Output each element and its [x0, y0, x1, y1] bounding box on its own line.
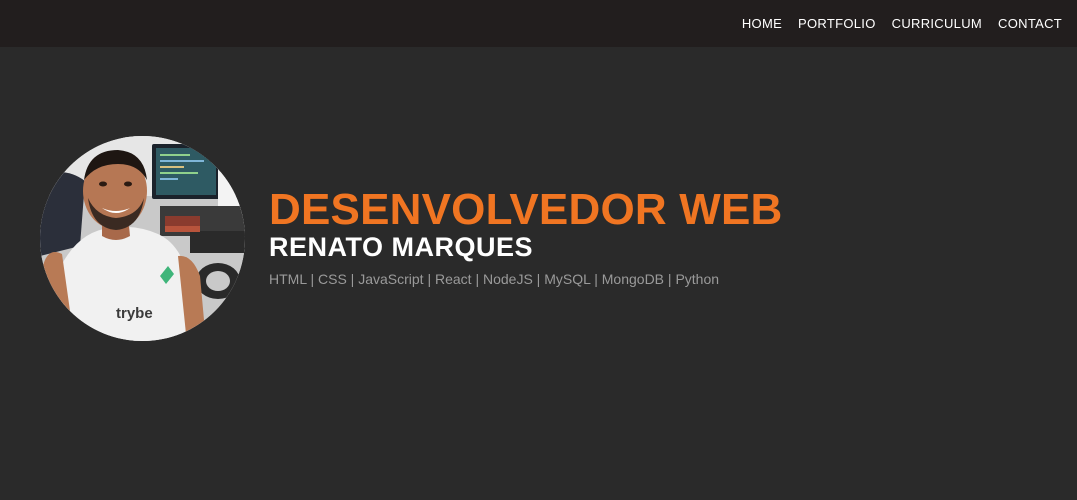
shirt-logo-text: trybe [116, 305, 153, 322]
nav-contact-link[interactable]: CONTACT [998, 16, 1062, 31]
hero-name: RENATO MARQUES [269, 232, 534, 262]
top-navbar: HOME PORTFOLIO CURRICULUM CONTACT [0, 0, 1077, 47]
skills-list: HTML | CSS | JavaScript | React | NodeJS… [269, 271, 720, 287]
nav-curriculum-link[interactable]: CURRICULUM [892, 16, 982, 31]
hero-title: DESENVOLVEDOR WEB [269, 185, 783, 234]
profile-photo: trybe [40, 136, 245, 341]
main-nav: HOME PORTFOLIO CURRICULUM CONTACT [742, 0, 1062, 47]
nav-home-link[interactable]: HOME [742, 16, 782, 31]
nav-portfolio-link[interactable]: PORTFOLIO [798, 16, 876, 31]
hero-section: trybe DESENVOLVEDOR WEB RENATO MARQUES H… [0, 47, 1077, 500]
